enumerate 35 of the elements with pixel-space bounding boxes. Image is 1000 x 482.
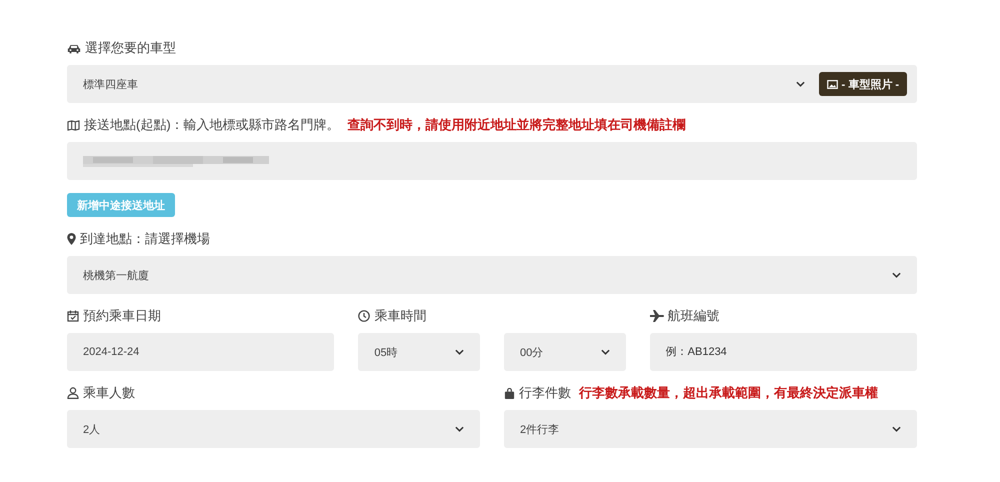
chevron-icon <box>600 349 610 355</box>
luggage-warning-text: 行李數承載數量，超出承載範圍，有最終決定派車權 <box>579 384 878 402</box>
chevron-icon <box>455 426 464 432</box>
pickup-warning-text: 查詢不到時，請使用附近地址並將完整地址填在司機備註欄 <box>348 116 686 134</box>
date-label: 預約乘車日期 <box>83 307 161 325</box>
vehicle-select[interactable]: 標準四座車 - 車型照片 - <box>67 65 917 103</box>
date-field[interactable]: 2024-12-24 <box>67 333 334 371</box>
calendar-icon <box>67 310 79 322</box>
destination-label: 到達地點：請選擇機場 <box>80 230 210 248</box>
airplane-icon <box>650 310 664 322</box>
passengers-label: 乘車人數 <box>83 384 135 402</box>
chevron-icon <box>454 349 464 355</box>
hour-select[interactable]: 05時 <box>358 333 480 371</box>
car-icon <box>67 42 81 54</box>
minute-select[interactable]: 00分 <box>504 333 626 371</box>
pickup-label: 接送地點(起點)：輸入地標或縣市路名門牌。 <box>84 116 340 134</box>
luggage-label: 行李件數 <box>519 384 571 402</box>
clock-icon <box>358 310 370 322</box>
user-icon <box>67 387 79 399</box>
bag-icon <box>504 388 515 398</box>
passengers-select[interactable]: 2人 <box>67 410 480 448</box>
chevron-icon <box>892 272 901 278</box>
map-pin-icon <box>67 233 76 245</box>
vehicle-photo-button[interactable]: - 車型照片 - <box>818 72 907 96</box>
flight-number-field[interactable]: 例：AB1234 <box>650 333 917 371</box>
flight-label: 航班編號 <box>668 307 720 325</box>
destination-select[interactable]: 桃機第一航廈 <box>67 256 917 294</box>
luggage-select[interactable]: 2件行李 <box>504 410 917 448</box>
image-icon <box>826 80 838 88</box>
vehicle-label: 選擇您要的車型 <box>85 39 176 57</box>
chevron-icon <box>796 81 805 87</box>
pickup-address-field[interactable] <box>67 142 917 180</box>
time-label: 乘車時間 <box>374 307 426 325</box>
chevron-icon <box>892 426 901 432</box>
map-icon <box>67 120 80 130</box>
